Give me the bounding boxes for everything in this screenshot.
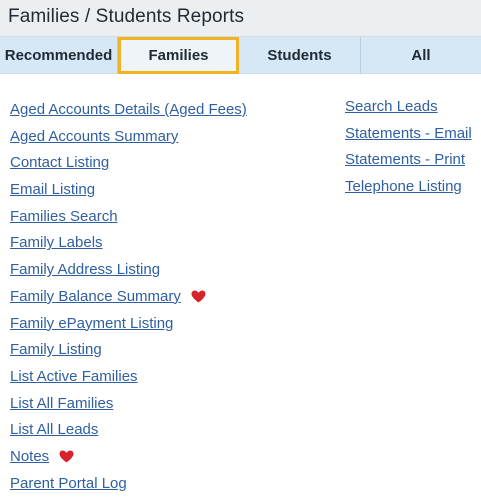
report-link-notes[interactable]: Notes (10, 448, 49, 465)
report-tabs: Recommended Families Students All (0, 37, 481, 74)
report-link-contact-listing[interactable]: Contact Listing (10, 150, 247, 177)
report-link-family-epayment-listing[interactable]: Family ePayment Listing (10, 311, 247, 338)
report-row-family-balance-summary: Family Balance Summary (10, 284, 247, 311)
report-link-family-listing[interactable]: Family Listing (10, 337, 247, 364)
tab-students-label: Students (267, 47, 332, 64)
report-link-statements-print[interactable]: Statements - Print (345, 147, 472, 174)
report-link-list-all-leads[interactable]: List All Leads (10, 417, 247, 444)
report-link-aged-accounts-summary[interactable]: Aged Accounts Summary (10, 124, 247, 151)
page-header: Families / Students Reports (0, 0, 481, 37)
report-link-family-balance-summary[interactable]: Family Balance Summary (10, 288, 181, 305)
report-link-statements-email[interactable]: Statements - Email (345, 121, 472, 148)
tab-recommended[interactable]: Recommended (0, 37, 118, 74)
report-link-email-listing[interactable]: Email Listing (10, 177, 247, 204)
report-link-search-leads[interactable]: Search Leads (345, 94, 472, 121)
tab-all-label: All (411, 47, 431, 64)
report-link-parent-portal-log[interactable]: Parent Portal Log (10, 471, 247, 497)
tab-all[interactable]: All (361, 37, 481, 74)
report-list-left: Aged Accounts Details (Aged Fees) Aged A… (10, 97, 247, 497)
report-link-family-address-listing[interactable]: Family Address Listing (10, 257, 247, 284)
report-link-list-active-families[interactable]: List Active Families (10, 364, 247, 391)
tab-recommended-label: Recommended (4, 47, 113, 64)
tab-families[interactable]: Families (118, 37, 239, 74)
report-link-list-all-families[interactable]: List All Families (10, 391, 247, 418)
report-link-telephone-listing[interactable]: Telephone Listing (345, 174, 472, 201)
tab-students[interactable]: Students (239, 37, 361, 74)
report-link-family-labels[interactable]: Family Labels (10, 230, 247, 257)
tab-families-label: Families (148, 47, 209, 64)
report-link-aged-accounts-details[interactable]: Aged Accounts Details (Aged Fees) (10, 97, 247, 124)
report-row-notes: Notes (10, 444, 247, 471)
heart-icon[interactable] (59, 450, 74, 463)
heart-icon[interactable] (191, 290, 206, 303)
page-title: Families / Students Reports (8, 6, 245, 27)
report-list-right: Search Leads Statements - Email Statemen… (345, 94, 472, 201)
report-link-families-search[interactable]: Families Search (10, 204, 247, 231)
